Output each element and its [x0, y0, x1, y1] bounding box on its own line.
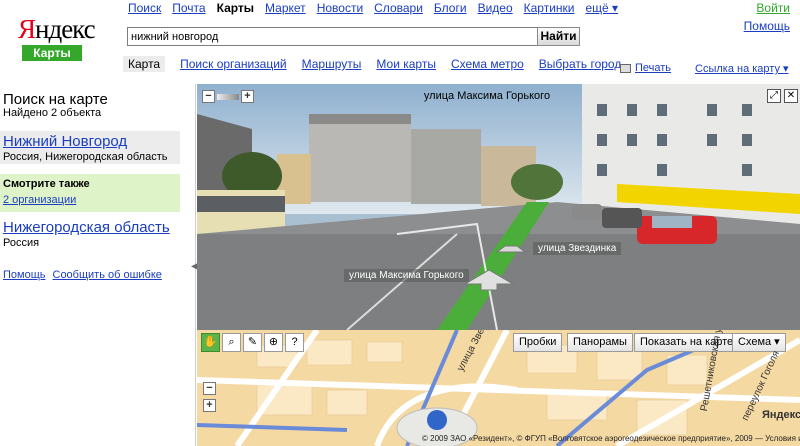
result-item[interactable]: Нижегородская область Россия [0, 219, 180, 249]
topnav-item[interactable]: Новости [317, 1, 363, 15]
see-also-title: Смотрите также [3, 178, 90, 190]
map-brand-logo: Яндекс [762, 409, 800, 421]
logo-service-badge: Карты [22, 45, 82, 61]
search-input[interactable] [127, 27, 538, 46]
help-link[interactable]: Помощь [744, 19, 790, 33]
printer-icon [620, 63, 631, 73]
street-label[interactable]: улица Максима Горького [344, 269, 469, 282]
account-links: Войти Помощь [744, 1, 790, 33]
footer-help-link[interactable]: Помощь [3, 269, 46, 281]
print-label: Печать [635, 62, 672, 74]
results-count: Найдено 2 объекта [3, 107, 102, 119]
panel-title: Поиск на карте [3, 91, 108, 108]
print-link[interactable]: Печать [620, 62, 671, 74]
show-on-map-dropdown[interactable]: Показать на карте ▾ [634, 333, 748, 352]
pan-tool-icon[interactable]: ✋ [201, 333, 220, 352]
topnav-item[interactable]: Карты [217, 1, 254, 15]
panorama-street-title: улица Максима Горького [423, 90, 551, 102]
map-zoom: − + [203, 382, 216, 412]
panoramas-button[interactable]: Панорамы [567, 333, 633, 352]
city-map[interactable]: ✋ ⌕ ✎ ⊕ ? Пробки Панорамы Показать на ка… [197, 330, 800, 446]
topnav-item[interactable]: Почта [172, 1, 205, 15]
result-name[interactable]: Нижегородская область [3, 219, 177, 236]
zoom-slider[interactable] [217, 93, 239, 100]
tab-item[interactable]: Поиск организаций [180, 56, 287, 72]
panorama-zoom: − + [202, 90, 254, 103]
expand-icon[interactable]: ⤢ [767, 89, 781, 103]
map-tabs: Карта Поиск организаций Маршруты Мои карты С… [123, 56, 621, 72]
traffic-button[interactable]: Пробки [513, 333, 563, 352]
top-navigation: Поиск Почта Карты Маркет Новости Словари Блоги… [128, 1, 618, 15]
login-link[interactable]: Войти [744, 1, 790, 15]
result-name[interactable]: Нижний Новгород [3, 133, 177, 150]
topnav-item[interactable]: Поиск [128, 1, 161, 15]
close-icon[interactable]: ✕ [784, 89, 798, 103]
topnav-item[interactable]: Словари [374, 1, 423, 15]
topnav-item[interactable]: Картинки [524, 1, 575, 15]
see-also-link[interactable]: 2 организации [3, 194, 177, 206]
street-panorama[interactable]: улица Максима Горького − + ⤢ ✕ улица Зве… [197, 84, 800, 330]
magnifier-tool-icon[interactable]: ⌕ [222, 333, 241, 352]
ruler-tool-icon[interactable]: ✎ [243, 333, 262, 352]
map-zoom-in-button[interactable]: + [203, 399, 216, 412]
topnav-item[interactable]: Блоги [434, 1, 467, 15]
marker-tool-icon[interactable]: ⊕ [264, 333, 283, 352]
panorama-image [197, 84, 800, 330]
panel-footer: Помощь Сообщить об ошибке [3, 269, 162, 281]
search-results-panel: Поиск на карте Найдено 2 объекта Нижний … [0, 84, 199, 446]
tab-item[interactable]: Маршруты [302, 56, 362, 72]
zoom-in-button[interactable]: + [241, 90, 254, 103]
tab-item[interactable]: Выбрать город [539, 56, 622, 72]
topnav-item[interactable]: ещё ▾ [585, 1, 618, 15]
map-link-dropdown[interactable]: Ссылка на карту ▾ [695, 62, 789, 75]
tab-item[interactable]: Мои карты [376, 56, 436, 72]
street-label[interactable]: улица Звездинка [533, 242, 622, 255]
result-subtitle: Россия, Нижегородская область [3, 151, 168, 163]
map-copyright: © 2009 ЗАО «Резидент», © ФГУП «Волговятс… [422, 434, 800, 443]
result-item[interactable]: Нижний Новгород Россия, Нижегородская об… [0, 131, 180, 164]
result-subtitle: Россия [3, 237, 40, 249]
topnav-item[interactable]: Видео [478, 1, 513, 15]
tab-item[interactable]: Карта [123, 56, 166, 72]
see-also-box: Смотрите также 2 организации [0, 174, 180, 212]
tab-item[interactable]: Схема метро [451, 56, 524, 72]
search-button[interactable]: Найти [537, 27, 580, 46]
help-tool-icon[interactable]: ? [285, 333, 304, 352]
yandex-logo[interactable]: Яндекс Карты [18, 14, 96, 61]
report-error-link[interactable]: Сообщить об ошибке [53, 269, 162, 281]
map-zoom-out-button[interactable]: − [203, 382, 216, 395]
zoom-out-button[interactable]: − [202, 90, 215, 103]
topnav-item[interactable]: Маркет [265, 1, 306, 15]
logo-wordmark: Яндекс [18, 14, 96, 44]
